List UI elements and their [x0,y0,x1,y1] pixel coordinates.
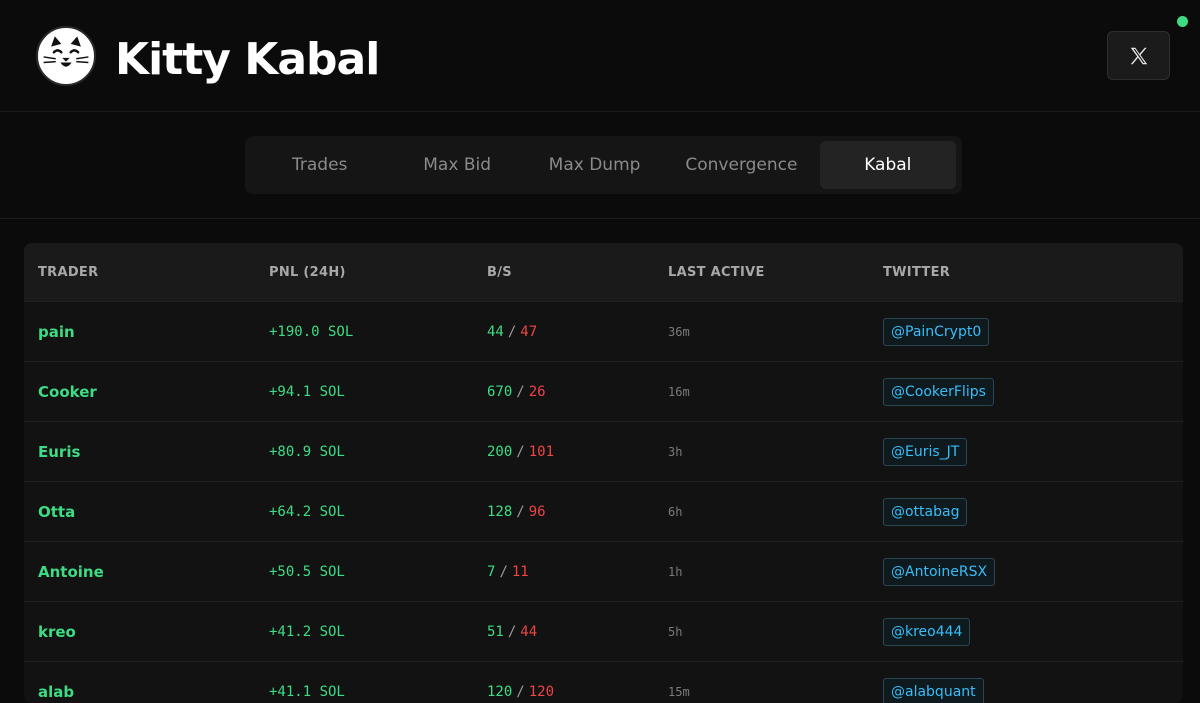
last-active-time: 36m [668,325,883,339]
sell-count: 11 [512,564,529,580]
last-active-time: 3h [668,445,883,459]
buy-count: 44 [487,324,504,340]
pnl-value: +41.1 SOL [269,684,487,700]
twitter-cell: @ottabag [883,498,1183,526]
buy-sell-separator: / [504,624,520,640]
sell-count: 44 [520,624,537,640]
buy-sell-separator: / [512,444,528,460]
buy-count: 670 [487,384,512,400]
tabs-band: Trades Max Bid Max Dump Convergence Kaba… [0,112,1200,219]
buy-sell-count: 51/44 [487,624,668,640]
sell-count: 101 [529,444,554,460]
trader-name[interactable]: kreo [24,623,269,641]
twitter-cell: @PainCrypt0 [883,318,1183,346]
column-header-last-active[interactable]: LAST ACTIVE [668,265,883,280]
sell-count: 120 [529,684,554,700]
trader-name[interactable]: Euris [24,443,269,461]
buy-sell-separator: / [512,504,528,520]
tab-bar: Trades Max Bid Max Dump Convergence Kaba… [245,136,962,194]
sell-count: 26 [529,384,546,400]
traders-table: TRADER PNL (24H) B/S LAST ACTIVE TWITTER… [24,243,1183,703]
pnl-value: +94.1 SOL [269,384,487,400]
buy-sell-count: 200/101 [487,444,668,460]
x-logo-icon [1128,45,1150,67]
buy-sell-count: 120/120 [487,684,668,700]
tab-max-dump[interactable]: Max Dump [526,141,663,189]
tab-max-bid[interactable]: Max Bid [388,141,525,189]
twitter-handle-link[interactable]: @alabquant [883,678,984,703]
twitter-handle-link[interactable]: @PainCrypt0 [883,318,989,346]
twitter-handle-link[interactable]: @AntoineRSX [883,558,995,586]
pnl-value: +190.0 SOL [269,324,487,340]
twitter-handle-link[interactable]: @CookerFlips [883,378,994,406]
trader-name[interactable]: Otta [24,503,269,521]
trader-name[interactable]: pain [24,323,269,341]
last-active-time: 6h [668,505,883,519]
table-body: pain +190.0 SOL 44/47 36m @PainCrypt0 Co… [24,301,1183,703]
buy-count: 200 [487,444,512,460]
buy-sell-count: 128/96 [487,504,668,520]
buy-count: 128 [487,504,512,520]
table-row[interactable]: pain +190.0 SOL 44/47 36m @PainCrypt0 [24,301,1183,361]
sell-count: 96 [529,504,546,520]
trader-name[interactable]: alab [24,683,269,701]
twitter-handle-link[interactable]: @kreo444 [883,618,970,646]
status-indicator [1177,16,1188,27]
column-header-bs[interactable]: B/S [487,265,668,280]
pnl-value: +64.2 SOL [269,504,487,520]
tab-convergence[interactable]: Convergence [663,141,819,189]
table-row[interactable]: Euris +80.9 SOL 200/101 3h @Euris_JT [24,421,1183,481]
sell-count: 47 [520,324,537,340]
table-header: TRADER PNL (24H) B/S LAST ACTIVE TWITTER [24,243,1183,301]
buy-count: 51 [487,624,504,640]
table-row[interactable]: Otta +64.2 SOL 128/96 6h @ottabag [24,481,1183,541]
tab-kabal[interactable]: Kabal [820,141,956,189]
app-header: Kitty Kabal [0,0,1200,112]
buy-count: 120 [487,684,512,700]
pnl-value: +80.9 SOL [269,444,487,460]
twitter-handle-link[interactable]: @Euris_JT [883,438,967,466]
last-active-time: 1h [668,565,883,579]
cat-face-icon[interactable] [36,26,96,86]
column-header-trader[interactable]: TRADER [24,265,269,280]
buy-sell-separator: / [504,324,520,340]
pnl-value: +50.5 SOL [269,564,487,580]
table-row[interactable]: Cooker +94.1 SOL 670/26 16m @CookerFlips [24,361,1183,421]
trader-name[interactable]: Antoine [24,563,269,581]
table-row[interactable]: alab +41.1 SOL 120/120 15m @alabquant [24,661,1183,703]
buy-sell-count: 670/26 [487,384,668,400]
app-title: Kitty Kabal [115,32,379,88]
x-twitter-button[interactable] [1107,31,1170,80]
pnl-value: +41.2 SOL [269,624,487,640]
buy-sell-count: 7/11 [487,564,668,580]
twitter-cell: @CookerFlips [883,378,1183,406]
column-header-twitter[interactable]: TWITTER [883,265,950,280]
last-active-time: 16m [668,385,883,399]
buy-sell-separator: / [512,684,528,700]
tab-trades[interactable]: Trades [251,141,388,189]
twitter-handle-link[interactable]: @ottabag [883,498,967,526]
last-active-time: 15m [668,685,883,699]
table-row[interactable]: Antoine +50.5 SOL 7/11 1h @AntoineRSX [24,541,1183,601]
buy-sell-separator: / [495,564,511,580]
buy-sell-count: 44/47 [487,324,668,340]
buy-sell-separator: / [512,384,528,400]
twitter-cell: @kreo444 [883,618,1183,646]
twitter-cell: @Euris_JT [883,438,1183,466]
twitter-cell: @alabquant [883,678,1183,703]
last-active-time: 5h [668,625,883,639]
column-header-pnl[interactable]: PNL (24H) [269,265,487,280]
trader-name[interactable]: Cooker [24,383,269,401]
table-row[interactable]: kreo +41.2 SOL 51/44 5h @kreo444 [24,601,1183,661]
twitter-cell: @AntoineRSX [883,558,1183,586]
